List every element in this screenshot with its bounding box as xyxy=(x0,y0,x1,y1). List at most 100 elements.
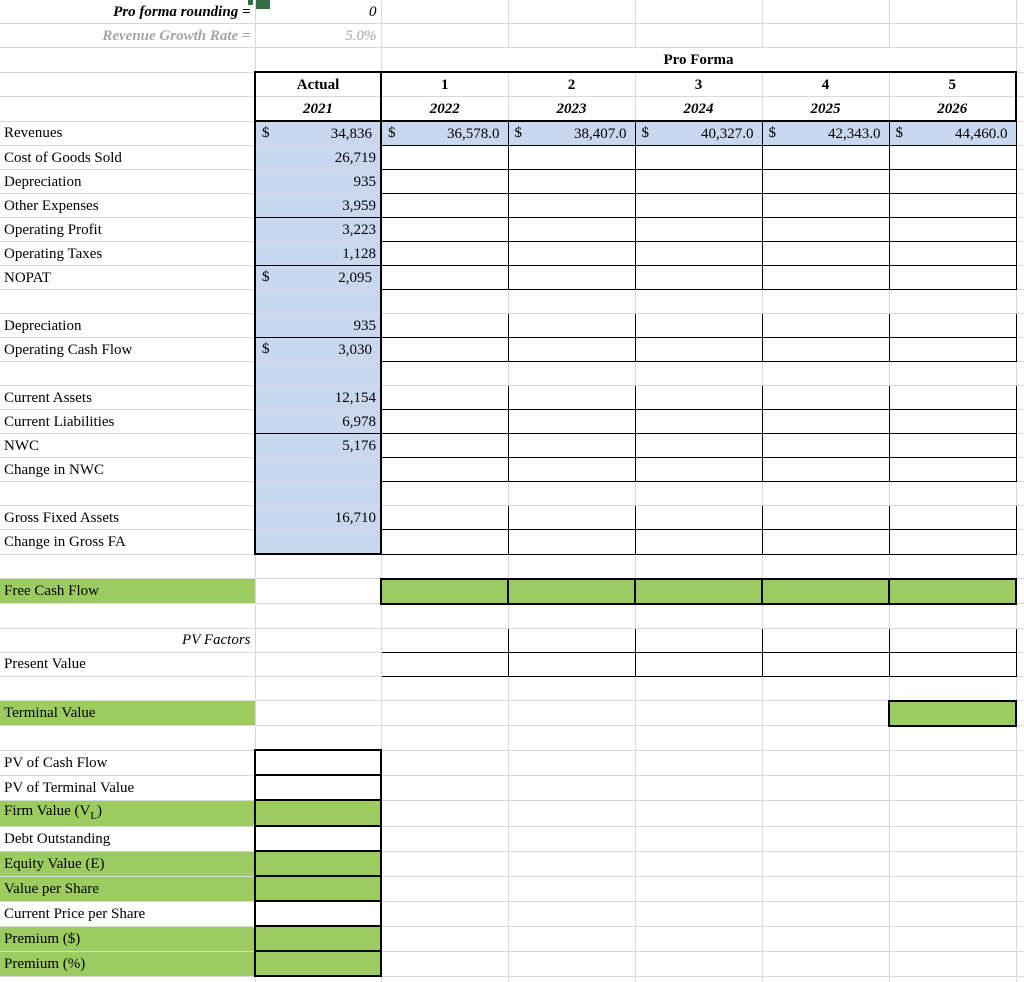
proforma-spacer-2025[interactable] xyxy=(762,361,890,386)
proforma-value-2026-change-in-nwc[interactable] xyxy=(888,457,1017,482)
proforma-value-2026-current-liabilities[interactable] xyxy=(888,409,1017,434)
proforma-value-2022-revenues[interactable]: $36,578.0 xyxy=(380,120,509,146)
proforma-value-2026-operating-profit[interactable] xyxy=(888,217,1017,242)
proforma-spacer-2022[interactable] xyxy=(381,725,509,751)
proforma-value-2023-operating-taxes[interactable] xyxy=(507,241,636,266)
proforma-spacer-2025[interactable] xyxy=(762,676,890,701)
proforma-spacer-2023[interactable] xyxy=(508,725,636,751)
proforma-value-2023-other-expenses[interactable] xyxy=(507,193,636,218)
proforma-value-2025-nopat[interactable] xyxy=(761,265,890,290)
proforma-value-2023-revenues[interactable]: $38,407.0 xyxy=(507,120,636,146)
proforma-spacer-2022[interactable] xyxy=(381,481,509,506)
proforma-spacer-2025[interactable] xyxy=(762,725,890,751)
proforma-spacer-2023[interactable] xyxy=(508,481,636,506)
proforma-spacer-2023[interactable] xyxy=(508,361,636,386)
proforma-value-2022-operating-profit[interactable] xyxy=(380,217,509,242)
proforma-value-2024-operating-profit[interactable] xyxy=(634,217,763,242)
proforma-value-2024-pv-factors[interactable] xyxy=(634,627,763,653)
proforma-spacer-2024[interactable] xyxy=(635,676,763,701)
proforma-spacer-2025[interactable] xyxy=(762,603,890,629)
actual-value-change-in-gross-fa[interactable] xyxy=(254,529,382,555)
summary-value-value-per-share[interactable] xyxy=(254,875,382,902)
proforma-value-2026-operating-cash-flow[interactable] xyxy=(888,337,1017,362)
proforma-value-2026-depreciation[interactable] xyxy=(888,169,1017,194)
proforma-value-2026-depreciation-addback[interactable] xyxy=(888,313,1017,338)
proforma-value-2023-change-in-nwc[interactable] xyxy=(507,457,636,482)
proforma-value-2026-other-expenses[interactable] xyxy=(888,193,1017,218)
actual-value-nwc[interactable]: 5,176 xyxy=(254,433,382,458)
proforma-spacer-2023[interactable] xyxy=(508,289,636,314)
proforma-value-2023-depreciation-addback[interactable] xyxy=(507,313,636,338)
proforma-value-2022-present-value[interactable] xyxy=(380,651,509,677)
proforma-value-2026-present-value[interactable] xyxy=(888,651,1017,677)
proforma-value-2024-change-in-nwc[interactable] xyxy=(634,457,763,482)
proforma-spacer-2023[interactable] xyxy=(508,554,636,579)
actual-value-pv-factors[interactable] xyxy=(255,628,382,653)
proforma-value-2023-nwc[interactable] xyxy=(507,433,636,458)
actual-value-cogs[interactable]: 26,719 xyxy=(254,145,382,170)
proforma-value-2026-terminal-value[interactable] xyxy=(888,699,1017,727)
proforma-value-2024-cogs[interactable] xyxy=(634,145,763,170)
proforma-spacer-2024[interactable] xyxy=(635,289,763,314)
proforma-value-2022-operating-taxes[interactable] xyxy=(380,241,509,266)
proforma-value-2026-revenues[interactable]: $44,460.0 xyxy=(888,120,1017,146)
summary-value-premium-percent[interactable] xyxy=(254,950,382,977)
proforma-spacer-2026[interactable] xyxy=(889,725,1017,751)
proforma-value-2022-free-cash-flow[interactable] xyxy=(380,577,509,605)
proforma-value-2025-cogs[interactable] xyxy=(761,145,890,170)
proforma-value-2024-depreciation-addback[interactable] xyxy=(634,313,763,338)
proforma-spacer-2026[interactable] xyxy=(889,676,1017,701)
proforma-value-2023-pv-factors[interactable] xyxy=(507,627,636,653)
actual-spacer[interactable] xyxy=(255,603,382,629)
proforma-value-2026-operating-taxes[interactable] xyxy=(888,241,1017,266)
proforma-spacer-2024[interactable] xyxy=(635,361,763,386)
actual-value-operating-profit[interactable]: 3,223 xyxy=(254,217,382,242)
proforma-spacer-2024[interactable] xyxy=(635,725,763,751)
summary-value-pv-of-cash-flow[interactable] xyxy=(254,749,382,776)
actual-value-gross-fixed-assets[interactable]: 16,710 xyxy=(254,505,382,530)
proforma-value-2025-operating-taxes[interactable] xyxy=(761,241,890,266)
proforma-value-2025-operating-profit[interactable] xyxy=(761,217,890,242)
actual-spacer[interactable] xyxy=(255,676,382,701)
proforma-value-2026-nopat[interactable] xyxy=(888,265,1017,290)
actual-value-change-in-nwc[interactable] xyxy=(254,457,382,482)
proforma-value-2025-change-in-gross-fa[interactable] xyxy=(761,529,890,555)
proforma-value-2024-current-liabilities[interactable] xyxy=(634,409,763,434)
proforma-value-2026-current-assets[interactable] xyxy=(888,385,1017,410)
actual-value-free-cash-flow[interactable] xyxy=(255,578,382,604)
actual-spacer[interactable] xyxy=(254,361,382,386)
proforma-value-2022-depreciation-addback[interactable] xyxy=(380,313,509,338)
proforma-value-2025-depreciation-addback[interactable] xyxy=(761,313,890,338)
proforma-value-2022-cogs[interactable] xyxy=(380,145,509,170)
proforma-value-2023-change-in-gross-fa[interactable] xyxy=(507,529,636,555)
proforma-value-2023-operating-cash-flow[interactable] xyxy=(507,337,636,362)
proforma-spacer-2025[interactable] xyxy=(762,289,890,314)
proforma-spacer-2026[interactable] xyxy=(889,554,1017,579)
proforma-value-2022-change-in-gross-fa[interactable] xyxy=(380,529,509,555)
proforma-value-2025-terminal-value[interactable] xyxy=(762,700,890,726)
proforma-value-2024-nwc[interactable] xyxy=(634,433,763,458)
proforma-value-2023-free-cash-flow[interactable] xyxy=(507,577,636,605)
proforma-value-2022-terminal-value[interactable] xyxy=(381,700,509,726)
actual-value-operating-cash-flow[interactable]: $3,030 xyxy=(254,337,382,362)
assumption-value-growth[interactable]: 5.0% xyxy=(255,23,382,48)
actual-value-other-expenses[interactable]: 3,959 xyxy=(254,193,382,218)
proforma-value-2024-gross-fixed-assets[interactable] xyxy=(634,505,763,530)
proforma-value-2026-cogs[interactable] xyxy=(888,145,1017,170)
proforma-value-2024-depreciation[interactable] xyxy=(634,169,763,194)
proforma-spacer-2024[interactable] xyxy=(635,481,763,506)
proforma-value-2023-current-liabilities[interactable] xyxy=(507,409,636,434)
proforma-spacer-2026[interactable] xyxy=(889,361,1017,386)
proforma-value-2026-pv-factors[interactable] xyxy=(888,627,1017,653)
proforma-value-2022-nopat[interactable] xyxy=(380,265,509,290)
summary-value-current-price-per-share[interactable] xyxy=(254,900,382,927)
proforma-value-2025-free-cash-flow[interactable] xyxy=(761,577,890,605)
proforma-value-2025-revenues[interactable]: $42,343.0 xyxy=(761,120,890,146)
proforma-value-2022-change-in-nwc[interactable] xyxy=(380,457,509,482)
proforma-spacer-2025[interactable] xyxy=(762,481,890,506)
proforma-value-2026-gross-fixed-assets[interactable] xyxy=(888,505,1017,530)
proforma-value-2022-depreciation[interactable] xyxy=(380,169,509,194)
proforma-spacer-2026[interactable] xyxy=(889,603,1017,629)
assumption-value-rounding[interactable]: 0 xyxy=(255,0,382,24)
proforma-value-2025-change-in-nwc[interactable] xyxy=(761,457,890,482)
